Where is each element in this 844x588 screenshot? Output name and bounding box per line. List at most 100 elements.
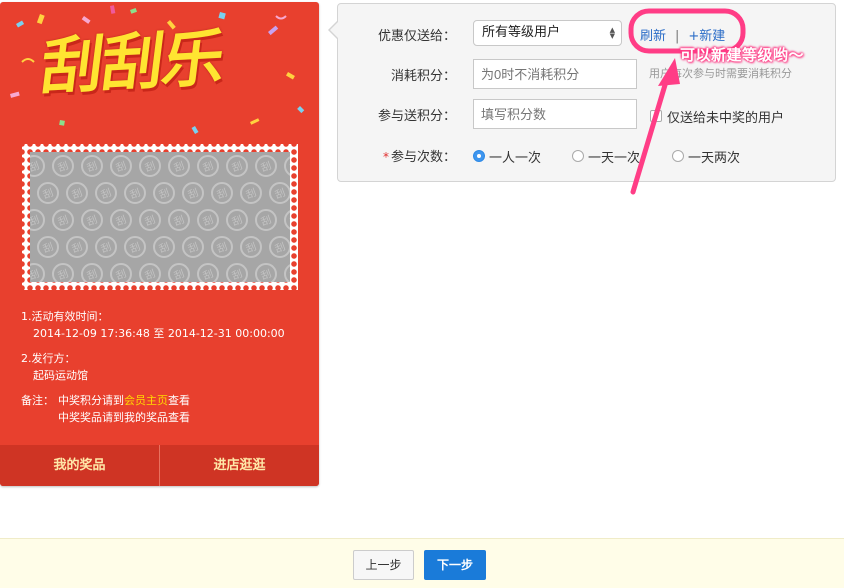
scratch-pattern: 刮刮刮刮刮刮刮刮刮刮刮刮刮刮刮刮刮刮刮刮刮刮刮刮刮刮刮刮刮刮刮刮刮刮刮刮刮刮刮刮… bbox=[30, 155, 290, 282]
scratch-coin: 刮 bbox=[66, 182, 88, 204]
visit-store-button[interactable]: 进店逛逛 bbox=[160, 445, 319, 486]
svg-text:刮: 刮 bbox=[157, 240, 171, 256]
scratch-area[interactable]: 刮刮刮刮刮刮刮刮刮刮刮刮刮刮刮刮刮刮刮刮刮刮刮刮刮刮刮刮刮刮刮刮刮刮刮刮刮刮刮刮… bbox=[30, 152, 290, 282]
radio-twice-per-day-label: 一天两次 bbox=[688, 151, 741, 166]
user-level-select[interactable]: 所有等级用户 ▲ ▼ bbox=[473, 20, 622, 46]
svg-text:刮: 刮 bbox=[56, 159, 70, 175]
time-label: 1.活动有效时间： bbox=[21, 310, 109, 323]
non-winner-only-label: 仅送给未中奖的用户 bbox=[667, 111, 785, 126]
scratch-coin: 刮 bbox=[124, 182, 146, 204]
scratch-coin: 刮 bbox=[197, 209, 219, 231]
consume-points-hint: 用户每次参与时需要消耗积分 bbox=[649, 67, 792, 80]
scratch-coin: 刮 bbox=[284, 156, 290, 176]
svg-text:刮: 刮 bbox=[30, 267, 41, 282]
svg-text:刮: 刮 bbox=[186, 186, 200, 202]
consume-points-input[interactable] bbox=[473, 59, 637, 89]
scratch-coin: 刮 bbox=[110, 155, 132, 177]
scratch-coin: 刮 bbox=[211, 182, 233, 204]
send-to-label: 优惠仅送给： bbox=[377, 29, 456, 44]
scratch-coin: 刮 bbox=[110, 209, 132, 231]
card-footer: 我的奖品 进店逛逛 bbox=[0, 445, 319, 486]
svg-text:刮: 刮 bbox=[114, 267, 128, 282]
svg-text:刮: 刮 bbox=[259, 267, 273, 282]
svg-text:刮: 刮 bbox=[288, 213, 290, 229]
svg-text:刮: 刮 bbox=[244, 240, 258, 256]
scratch-coin: 刮 bbox=[284, 264, 290, 282]
required-mark: * bbox=[382, 150, 389, 164]
new-level-link[interactable]: +新建 bbox=[688, 29, 725, 44]
svg-text:刮: 刮 bbox=[114, 213, 128, 229]
non-winner-only-checkbox[interactable] bbox=[650, 110, 662, 122]
svg-text:刮: 刮 bbox=[273, 186, 287, 202]
svg-text:刮: 刮 bbox=[99, 240, 113, 256]
scratch-coin: 刮 bbox=[226, 155, 248, 177]
refresh-link[interactable]: 刷新 bbox=[640, 29, 666, 44]
svg-text:刮: 刮 bbox=[288, 159, 290, 175]
scratch-coin: 刮 bbox=[124, 236, 146, 258]
scratch-coin: 刮 bbox=[30, 155, 45, 177]
scratch-coin: 刮 bbox=[226, 263, 248, 282]
note-row: 备注： 中奖积分请到会员主页查看 bbox=[21, 392, 311, 409]
scratch-coin: 刮 bbox=[182, 182, 204, 204]
svg-text:刮: 刮 bbox=[201, 213, 215, 229]
radio-once-per-day[interactable] bbox=[572, 150, 584, 162]
scratch-coin: 刮 bbox=[197, 155, 219, 177]
svg-text:刮: 刮 bbox=[30, 213, 41, 229]
time-range: 2014-12-09 17:36:48 至 2014-12-31 00:00:0… bbox=[33, 327, 285, 340]
scratch-coin: 刮 bbox=[139, 209, 161, 231]
scratch-coin: 刮 bbox=[255, 209, 277, 231]
scratch-coin: 刮 bbox=[81, 263, 103, 282]
svg-text:刮: 刮 bbox=[85, 213, 99, 229]
svg-text:刮: 刮 bbox=[215, 240, 229, 256]
svg-text:刮: 刮 bbox=[128, 240, 142, 256]
scratch-coin: 刮 bbox=[139, 155, 161, 177]
scratch-coin: 刮 bbox=[168, 263, 190, 282]
prev-step-button[interactable]: 上一步 bbox=[353, 550, 414, 580]
svg-text:刮: 刮 bbox=[70, 240, 84, 256]
scratch-coin: 刮 bbox=[255, 155, 277, 177]
scratch-coin: 刮 bbox=[95, 182, 117, 204]
scratch-coin: 刮 bbox=[269, 236, 290, 258]
member-home-link[interactable]: 会员主页 bbox=[124, 394, 168, 407]
svg-text:刮: 刮 bbox=[143, 159, 157, 175]
svg-text:刮: 刮 bbox=[56, 267, 70, 282]
svg-text:刮: 刮 bbox=[157, 186, 171, 202]
scratch-coin: 刮 bbox=[95, 236, 117, 258]
svg-text:刮: 刮 bbox=[30, 159, 41, 175]
settings-panel: 优惠仅送给： 所有等级用户 ▲▼ 刷新 | +新建 消耗积分： 用户每次参与时需要消… bbox=[337, 3, 836, 182]
select-caret-icon: ▲ ▼ bbox=[609, 26, 615, 40]
scratch-coin: 刮 bbox=[66, 236, 88, 258]
radio-once-per-person[interactable] bbox=[473, 150, 485, 162]
scratch-coin: 刮 bbox=[168, 155, 190, 177]
svg-text:刮: 刮 bbox=[85, 267, 99, 282]
svg-text:刮: 刮 bbox=[201, 267, 215, 282]
scratch-coin: 刮 bbox=[226, 209, 248, 231]
card-title: 刮刮乐 bbox=[36, 21, 228, 104]
svg-text:刮: 刮 bbox=[230, 267, 244, 282]
scratch-coin: 刮 bbox=[52, 209, 74, 231]
next-step-button[interactable]: 下一步 bbox=[424, 550, 486, 580]
svg-text:刮: 刮 bbox=[230, 213, 244, 229]
svg-text:刮: 刮 bbox=[172, 267, 186, 282]
radio-once-per-person-label: 一人一次 bbox=[489, 151, 542, 166]
radio-once-per-day-label: 一天一次 bbox=[588, 151, 641, 166]
scratch-coin: 刮 bbox=[284, 210, 290, 230]
give-points-input[interactable] bbox=[473, 99, 637, 129]
svg-text:刮: 刮 bbox=[99, 186, 113, 202]
radio-twice-per-day[interactable] bbox=[672, 150, 684, 162]
participation-label: 参与次数： bbox=[390, 150, 456, 165]
user-level-selected: 所有等级用户 bbox=[482, 25, 561, 40]
scratch-coin: 刮 bbox=[52, 155, 74, 177]
svg-text:刮: 刮 bbox=[259, 159, 273, 175]
my-prizes-button[interactable]: 我的奖品 bbox=[0, 445, 159, 486]
scratch-coin: 刮 bbox=[269, 182, 290, 204]
svg-text:刮: 刮 bbox=[230, 159, 244, 175]
scratch-coin: 刮 bbox=[211, 236, 233, 258]
svg-text:刮: 刮 bbox=[41, 240, 55, 256]
consume-points-label: 消耗积分： bbox=[390, 69, 456, 84]
note-line1-suffix: 查看 bbox=[168, 394, 190, 407]
svg-text:刮: 刮 bbox=[288, 267, 290, 282]
scratch-card-preview: 刮刮乐 刮刮刮刮刮刮刮刮刮刮刮刮刮刮刮刮刮刮刮刮刮刮刮刮刮刮刮刮刮刮刮刮刮刮刮刮… bbox=[0, 2, 319, 486]
scratch-coin: 刮 bbox=[52, 263, 74, 282]
svg-text:刮: 刮 bbox=[143, 267, 157, 282]
